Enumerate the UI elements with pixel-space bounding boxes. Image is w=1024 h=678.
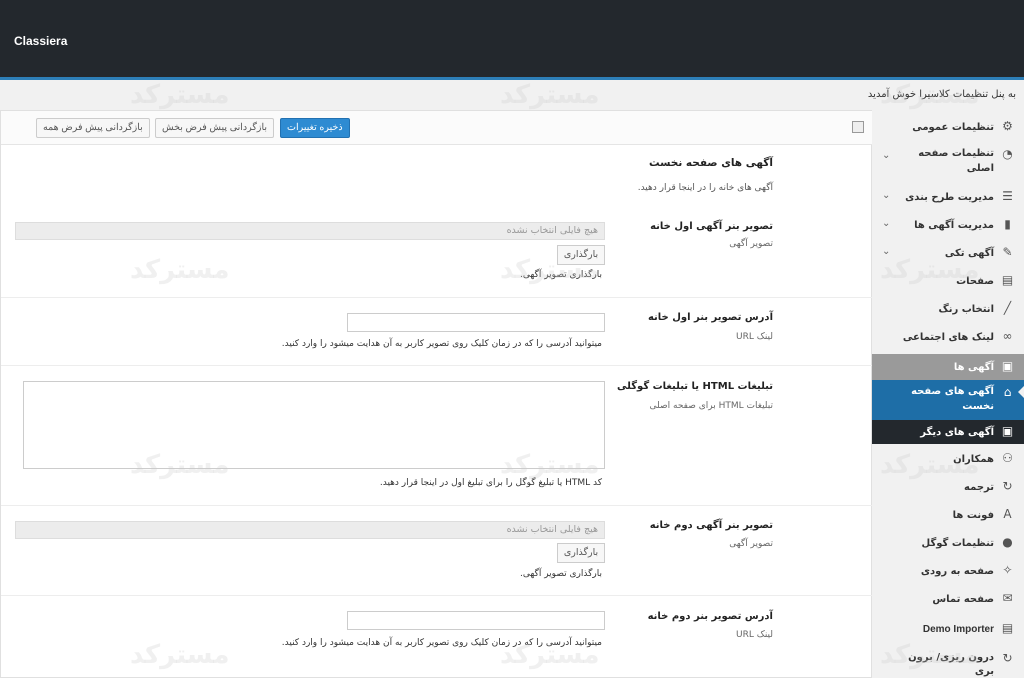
chevron-down-icon: ⌄ [882,150,891,161]
banner1-url-label: آدرس تصویر بنر اول خانه [647,312,773,323]
wand-icon: ✧ [1002,563,1013,577]
sidebar-item-fonts[interactable]: A فونت ها [872,502,1024,528]
banner2-file-field: هیچ فایلی انتخاب نشده [15,521,605,539]
banner1-file-field: هیچ فایلی انتخاب نشده [15,222,605,240]
sidebar-item-social[interactable]: ∞ لینک های اجتماعی [872,324,1024,350]
banner2-url-sub: لینک URL [736,630,773,640]
html-ads-sub: تبلیغات HTML برای صفحه اصلی [649,401,773,411]
brush-icon: ╱ [1003,301,1012,315]
users-icon: ⚇ [1002,451,1013,465]
banner1-url-sub: لینک URL [736,332,773,342]
sidebar-item-translate[interactable]: ↻ ترجمه [872,474,1024,500]
divider [1,505,873,506]
banner2-hint: بارگذاری تصویر آگهی. [520,569,602,579]
banner1-upload-button[interactable]: بارگذاری [557,245,605,265]
sidebar-item-general[interactable]: ⚙ تنظیمات عمومی [872,114,1024,140]
sidebar-item-landing[interactable]: ✧ صفحه به رودی [872,558,1024,584]
html-ads-hint: کد HTML یا تبلیغ گوگل را برای تبلیغ اول … [379,478,602,488]
refresh-icon: ↻ [1002,651,1013,665]
sidebar-item-google[interactable]: ● تنظیمات گوگل [872,530,1024,556]
sidebar-item-demo-importer[interactable]: ▤ Demo Importer [872,616,1024,642]
chevron-down-icon: ⌄ [882,246,891,257]
watermark: مسترکد [130,80,230,110]
banner2-url-input[interactable] [347,611,605,630]
sidebar-item-homepage-ads[interactable]: ⌂ آگهی های صفحه نخست [872,380,1024,420]
dashboard-icon: ◔ [1002,147,1013,161]
chevron-down-icon: ⌄ [882,218,891,229]
font-icon: A [1003,507,1012,521]
pin-icon: ● [1002,535,1013,549]
expand-icon[interactable] [852,121,864,133]
banner1-url-input[interactable] [347,313,605,332]
html-ads-label: تبلیغات HTML یا تبلیغات گوگلی [617,381,773,392]
sidebar-item-ads-manage[interactable]: ▮ مدیریت آگهی ها ⌄ [872,212,1024,238]
options-panel: ذخیره تغییرات بازگردانی پیش فرض بخش بازگ… [0,110,873,678]
divider [1,595,873,596]
banner1-url-hint: میتوانید آدرسی را که در زمان کلیک روی تص… [281,339,602,349]
html-ads-textarea[interactable] [23,381,605,469]
gear-icon: ⚙ [1002,119,1013,133]
glasses-icon: ∞ [1002,329,1013,343]
image-icon: ▣ [1001,359,1014,373]
sidebar-item-single-ad[interactable]: ✎ آگهی تکی ⌄ [872,240,1024,266]
reset-section-button[interactable]: بازگردانی پیش فرض بخش [155,118,275,138]
banner2-url-hint: میتوانید آدرسی را که در زمان کلیک روی تص… [281,638,602,648]
banner2-label: تصویر بنر آگهی دوم خانه [649,520,773,531]
options-sidebar: ⚙ تنظیمات عمومی ◔ تنظیمات صفحه اصلی ⌄ ☰ … [872,110,1024,678]
brand-title: Classiera [14,34,68,48]
banner2-sub: تصویر آگهی [729,539,773,549]
sidebar-item-import-export[interactable]: ↻ درون ریزی/ برون بری [872,646,1024,678]
page-icon: ▤ [1001,273,1014,287]
list-icon: ☰ [1002,189,1013,203]
banner2-url-label: آدرس تصویر بنر دوم خانه [647,611,773,622]
sidebar-item-partners[interactable]: ⚇ همکاران [872,446,1024,472]
reset-all-button[interactable]: بازگردانی پیش فرض همه [36,118,150,138]
banner1-hint: بارگذاری تصویر آگهی. [520,270,602,280]
sidebar-item-homepage-settings[interactable]: ◔ تنظیمات صفحه اصلی ⌄ [872,142,1024,182]
image-icon: ▣ [1001,424,1014,438]
watermark: مسترکد [500,80,600,110]
active-indicator [1018,386,1024,398]
section-title: آگهی های صفحه نخست [648,157,773,169]
sidebar-item-pages[interactable]: ▤ صفحات [872,268,1024,294]
sidebar-item-contact[interactable]: ✉ صفحه تماس [872,586,1024,612]
save-button[interactable]: ذخیره تغییرات [280,118,350,138]
banner1-sub: تصویر آگهی [729,239,773,249]
banner2-upload-button[interactable]: بارگذاری [557,543,605,563]
top-header: Classiera [0,0,1024,80]
sidebar-item-ads[interactable]: ▣ آگهی ها [872,354,1024,380]
chart-icon: ▮ [1004,217,1011,231]
divider [1,365,873,366]
sidebar-item-color[interactable]: ╱ انتخاب رنگ [872,296,1024,322]
section-description: آگهی های خانه را در اینجا قرار دهید. [637,183,773,193]
chevron-down-icon: ⌄ [882,190,891,201]
welcome-text: به پنل تنظیمات کلاسیرا خوش آمدید [867,89,1016,100]
refresh-icon: ↻ [1002,479,1013,493]
sidebar-item-layout[interactable]: ☰ مدیریت طرح بندی ⌄ [872,184,1024,210]
divider [1,297,873,298]
home-icon: ⌂ [1003,385,1012,399]
banner1-label: تصویر بنر آگهی اول خانه [650,221,773,232]
sidebar-item-other-ads[interactable]: ▣ آگهی های دیگر [872,420,1024,444]
page-icon: ▤ [1001,621,1014,635]
mail-icon: ✉ [1002,591,1013,605]
options-toolbar: ذخیره تغییرات بازگردانی پیش فرض بخش بازگ… [1,111,873,145]
pencil-icon: ✎ [1002,245,1013,259]
